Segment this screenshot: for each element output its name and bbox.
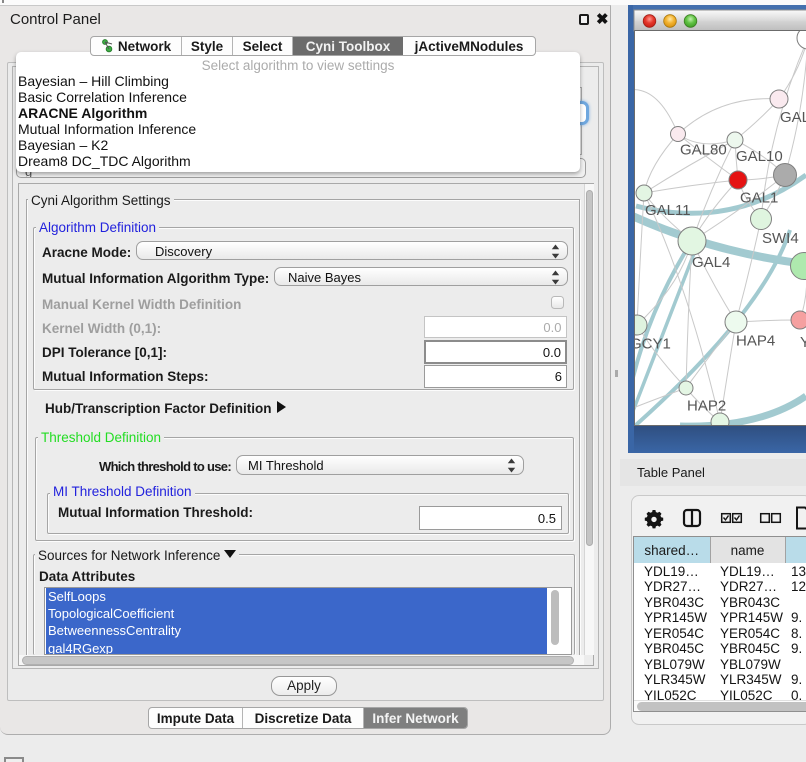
svg-text:GAL4: GAL4	[692, 254, 730, 271]
svg-text:HAP4: HAP4	[736, 333, 775, 350]
svg-text:GCY1: GCY1	[630, 336, 671, 353]
svg-text:GAL10: GAL10	[736, 148, 783, 165]
svg-text:HAP2: HAP2	[687, 398, 726, 415]
svg-text:GAL1: GAL1	[740, 190, 778, 207]
svg-text:GAL: GAL	[780, 109, 806, 126]
svg-text:GAL80: GAL80	[680, 142, 727, 159]
svg-text:SWI4: SWI4	[762, 230, 799, 247]
svg-text:Y: Y	[800, 334, 806, 351]
svg-text:GAL11: GAL11	[645, 202, 691, 219]
